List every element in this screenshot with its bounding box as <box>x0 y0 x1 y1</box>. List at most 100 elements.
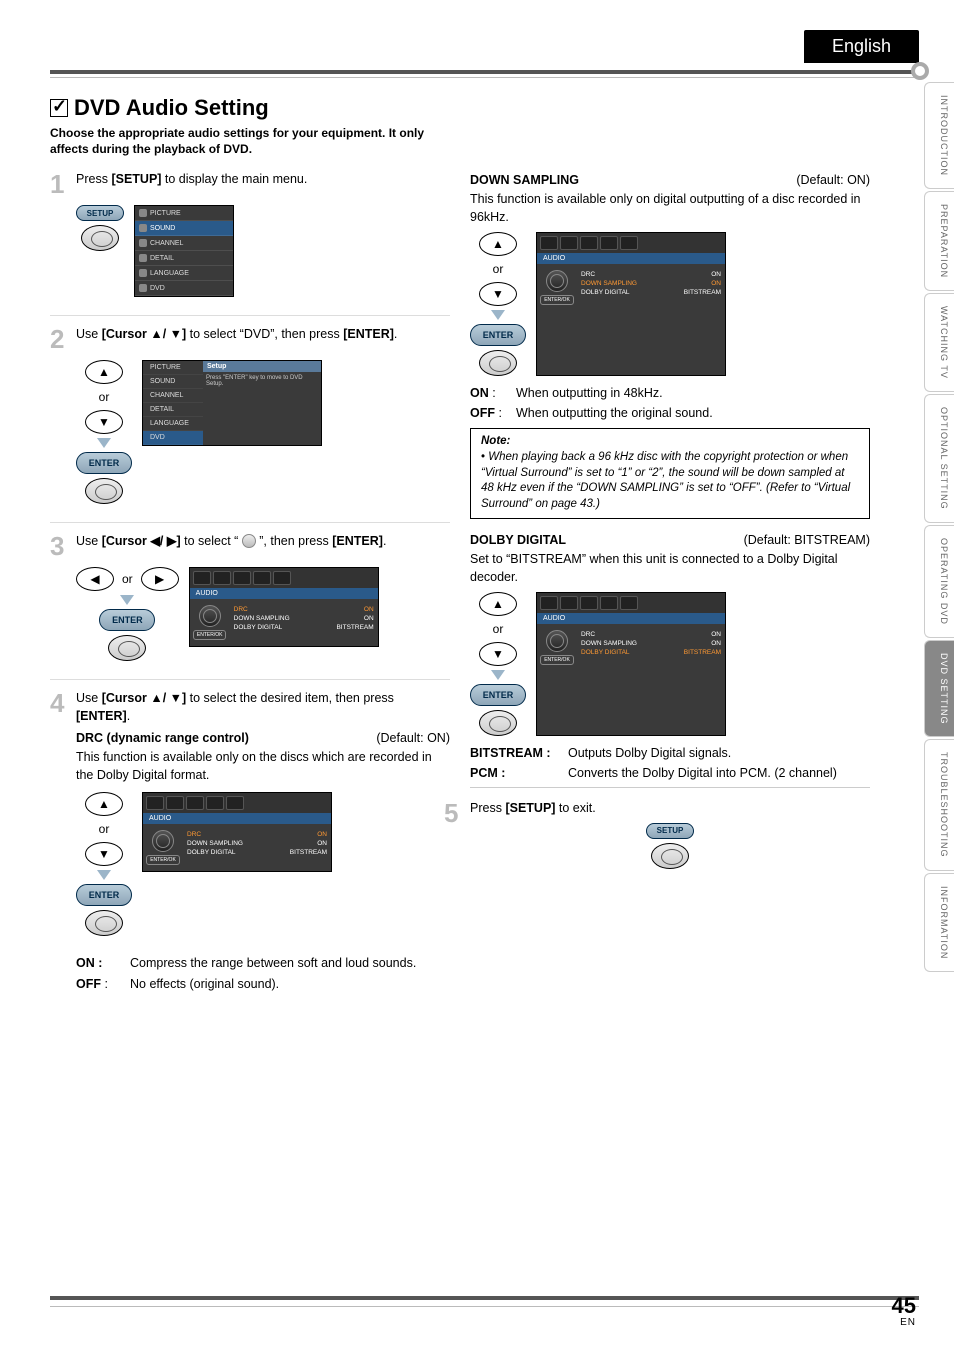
osd-top-icon <box>193 571 211 585</box>
tab-introduction[interactable]: INTRODUCTION <box>924 82 954 189</box>
top-rule <box>50 70 919 74</box>
left-column: DVD Audio Setting Choose the appropriate… <box>50 95 450 995</box>
or-label-5: or <box>493 622 504 636</box>
side-tabs: INTRODUCTION PREPARATION WATCHING TV OPT… <box>924 82 954 974</box>
osd-mi-picture-label: PICTURE <box>150 210 181 217</box>
enter-button-label-1: ENTER <box>76 452 132 474</box>
osd-mi-channel-label: CHANNEL <box>150 240 183 247</box>
step-4-number: 4 <box>50 690 68 725</box>
osd-down-k: DOWN SAMPLING <box>187 840 243 847</box>
dolby-pcm-text: Converts the Dolby Digital into PCM. (2 … <box>568 764 837 782</box>
osd-drc-v: ON <box>711 631 721 638</box>
drc-desc: This function is available only on the d… <box>76 749 450 784</box>
step-4-text: Use [Cursor ▲/ ▼] to select the desired … <box>76 690 450 725</box>
remote-updown-enter-3: ▲ or ▼ ENTER <box>470 232 526 376</box>
osd2-channel: CHANNEL <box>143 389 203 403</box>
osd2-picture-label: PICTURE <box>150 364 181 371</box>
step-5-key: [SETUP] <box>505 801 555 815</box>
cursor-down-icon: ▼ <box>479 282 517 306</box>
down-name: DOWN SAMPLING <box>470 173 579 187</box>
remote-setup-2: SETUP <box>470 823 870 869</box>
osd-audio-menu-1: AUDIO ENTER/OK DRCON DOWN SAMPLINGON DOL… <box>189 567 379 647</box>
remote-setup: SETUP <box>76 205 124 251</box>
step-3: 3 Use [Cursor ◀/ ▶] to select “ ”, then … <box>50 533 450 559</box>
drc-on-label: ON : <box>76 954 124 972</box>
tab-information[interactable]: INFORMATION <box>924 873 954 972</box>
remote-updown-enter-4: ▲ or ▼ ENTER <box>470 592 526 736</box>
enter-button-label-4: ENTER <box>470 324 526 346</box>
section-subtitle: Choose the appropriate audio settings fo… <box>50 125 450 157</box>
step-3-key2: [ENTER] <box>332 534 383 548</box>
note-box: Note: When playing back a 96 kHz disc wi… <box>470 428 870 519</box>
osd-top-icon <box>580 596 598 610</box>
osd-nav-circle-icon <box>199 605 221 627</box>
cursor-up-icon: ▲ <box>85 792 123 816</box>
cursor-right-icon: ▶ <box>141 567 179 591</box>
osd-down-v: ON <box>711 280 721 287</box>
osd-top-icon <box>620 596 638 610</box>
osd-dolby-k: DOLBY DIGITAL <box>234 624 283 631</box>
osd-row-drc: DRCON <box>581 630 721 639</box>
or-label-2: or <box>122 572 133 586</box>
sound-icon <box>139 224 147 232</box>
drc-definitions: ON :Compress the range between soft and … <box>76 954 450 992</box>
osd-mi-channel: CHANNEL <box>135 236 233 251</box>
enter-button-icon-2 <box>108 635 146 661</box>
osd-down-k: DOWN SAMPLING <box>581 280 637 287</box>
osd-top-icon <box>600 596 618 610</box>
flow-arrow-icon <box>120 595 134 605</box>
cursor-down-icon: ▼ <box>85 842 123 866</box>
tab-watching-tv[interactable]: WATCHING TV <box>924 293 954 392</box>
drc-default: (Default: ON) <box>376 731 450 745</box>
dolby-default: (Default: BITSTREAM) <box>744 533 870 547</box>
osd-down-v: ON <box>364 615 374 622</box>
dolby-name: DOLBY DIGITAL <box>470 533 566 547</box>
tab-operating-dvd[interactable]: OPERATING DVD <box>924 525 954 638</box>
osd-row-down: DOWN SAMPLINGON <box>234 614 374 623</box>
step-2: 2 Use [Cursor ▲/ ▼] to select “DVD”, the… <box>50 326 450 352</box>
title-text: DVD Audio Setting <box>74 95 269 120</box>
down-off-label: OFF <box>470 406 495 420</box>
step-2-number: 2 <box>50 326 68 352</box>
step-2-pre: Use <box>76 327 102 341</box>
osd-drc-k: DRC <box>187 831 201 838</box>
cursor-up-icon: ▲ <box>85 360 123 384</box>
down-heading: DOWN SAMPLING (Default: ON) <box>470 173 870 187</box>
divider-3 <box>50 679 450 680</box>
osd-drc-k: DRC <box>581 271 595 278</box>
osd-enterok: ENTER/OK <box>146 855 180 865</box>
right-column: DOWN SAMPLING (Default: ON) This functio… <box>470 95 870 995</box>
tab-optional-setting[interactable]: OPTIONAL SETTING <box>924 394 954 523</box>
dolby-pcm-label: PCM : <box>470 764 562 782</box>
osd-audio-bar: AUDIO <box>537 613 725 624</box>
step-4-key: [Cursor ▲/ ▼] <box>102 691 186 705</box>
tab-troubleshooting[interactable]: TROUBLESHOOTING <box>924 739 954 871</box>
osd-row-dolby: DOLBY DIGITALBITSTREAM <box>581 288 721 297</box>
section-title: DVD Audio Setting <box>50 95 450 121</box>
osd2-picture: PICTURE <box>143 361 203 375</box>
osd-row-drc: DRCON <box>187 830 327 839</box>
osd2-dvd-label: DVD <box>150 434 165 441</box>
top-rule-thin <box>50 77 919 78</box>
osd-row-down: DOWN SAMPLING ON <box>581 279 721 288</box>
osd-dvd-setup-prompt: PICTURE SOUND CHANNEL DETAIL LANGUAGE DV… <box>142 360 322 446</box>
osd2-sound-label: SOUND <box>150 378 175 385</box>
osd-top-icon <box>253 571 271 585</box>
osd-audio-menu-dolby: AUDIO ENTER/OK DRCON DOWN SAMPLINGON DOL… <box>536 592 726 736</box>
tab-preparation[interactable]: PREPARATION <box>924 191 954 291</box>
osd-top-icon <box>580 236 598 250</box>
osd-top-icon <box>166 796 184 810</box>
step-1-pre: Press <box>76 172 111 186</box>
or-label-4: or <box>493 262 504 276</box>
cursor-up-icon: ▲ <box>479 592 517 616</box>
step-3-key: [Cursor ◀/ ▶] <box>102 534 181 548</box>
down-on-text: When outputting in 48kHz. <box>516 384 663 402</box>
osd-mi-detail: DETAIL <box>135 251 233 266</box>
osd-mi-dvd-label: DVD <box>150 285 165 292</box>
header-language: English <box>804 30 919 63</box>
osd-main-menu-1: PICTURE SOUND CHANNEL DETAIL LANGUAGE DV… <box>134 205 234 297</box>
detail-icon <box>139 254 147 262</box>
osd-top-icon <box>560 236 578 250</box>
tab-dvd-setting[interactable]: DVD SETTING <box>924 640 954 738</box>
osd-dolby-v: BITSTREAM <box>336 624 373 631</box>
